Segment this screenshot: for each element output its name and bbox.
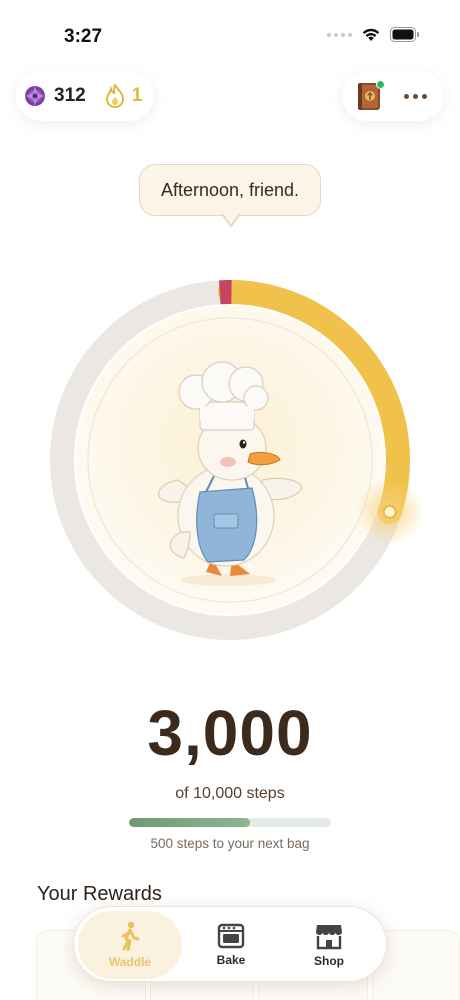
battery-icon <box>390 27 419 42</box>
notification-dot <box>376 80 385 89</box>
tab-label: Shop <box>314 954 344 968</box>
storefront-icon <box>316 925 342 950</box>
more-options-icon[interactable] <box>404 93 427 99</box>
bag-progress-bar <box>129 818 331 827</box>
tab-label: Waddle <box>108 955 152 969</box>
greeting-bubble: Afternoon, friend. <box>139 164 321 216</box>
oven-icon <box>217 923 245 949</box>
steps-to-next-bag: 500 steps to your next bag <box>150 836 310 851</box>
tab-shop[interactable]: Shop <box>277 911 381 979</box>
steps-goal: of 10,000 steps <box>175 785 285 802</box>
step-ring <box>0 270 460 650</box>
bag-progress-fill <box>129 818 251 827</box>
ring-end-knob <box>382 504 397 519</box>
gem-icon <box>25 86 45 106</box>
cellular-signal-icon <box>327 32 352 37</box>
steps-count: 3,000 <box>147 697 313 769</box>
gem-count: 312 <box>54 85 86 106</box>
progress-ring <box>50 280 424 640</box>
rewards-title: Your Rewards <box>37 883 162 905</box>
menu-pill <box>342 71 444 121</box>
status-time: 3:27 <box>64 26 103 47</box>
tab-label: Bake <box>216 953 246 967</box>
tab-bar: Waddle Bake Shop <box>73 906 387 982</box>
status-bar: 3:27 <box>0 0 460 70</box>
ring-start-marker <box>219 280 232 305</box>
recipe-book-button[interactable] <box>352 79 386 113</box>
streak-count: 1 <box>131 85 143 106</box>
currency-pill[interactable]: 312 1 <box>16 71 154 121</box>
tab-waddle[interactable]: Waddle <box>78 911 182 979</box>
status-icons <box>327 27 420 42</box>
wifi-icon <box>362 28 380 41</box>
walking-person-icon <box>121 921 140 951</box>
tab-bake[interactable]: Bake <box>179 911 283 979</box>
flame-icon <box>105 84 124 108</box>
